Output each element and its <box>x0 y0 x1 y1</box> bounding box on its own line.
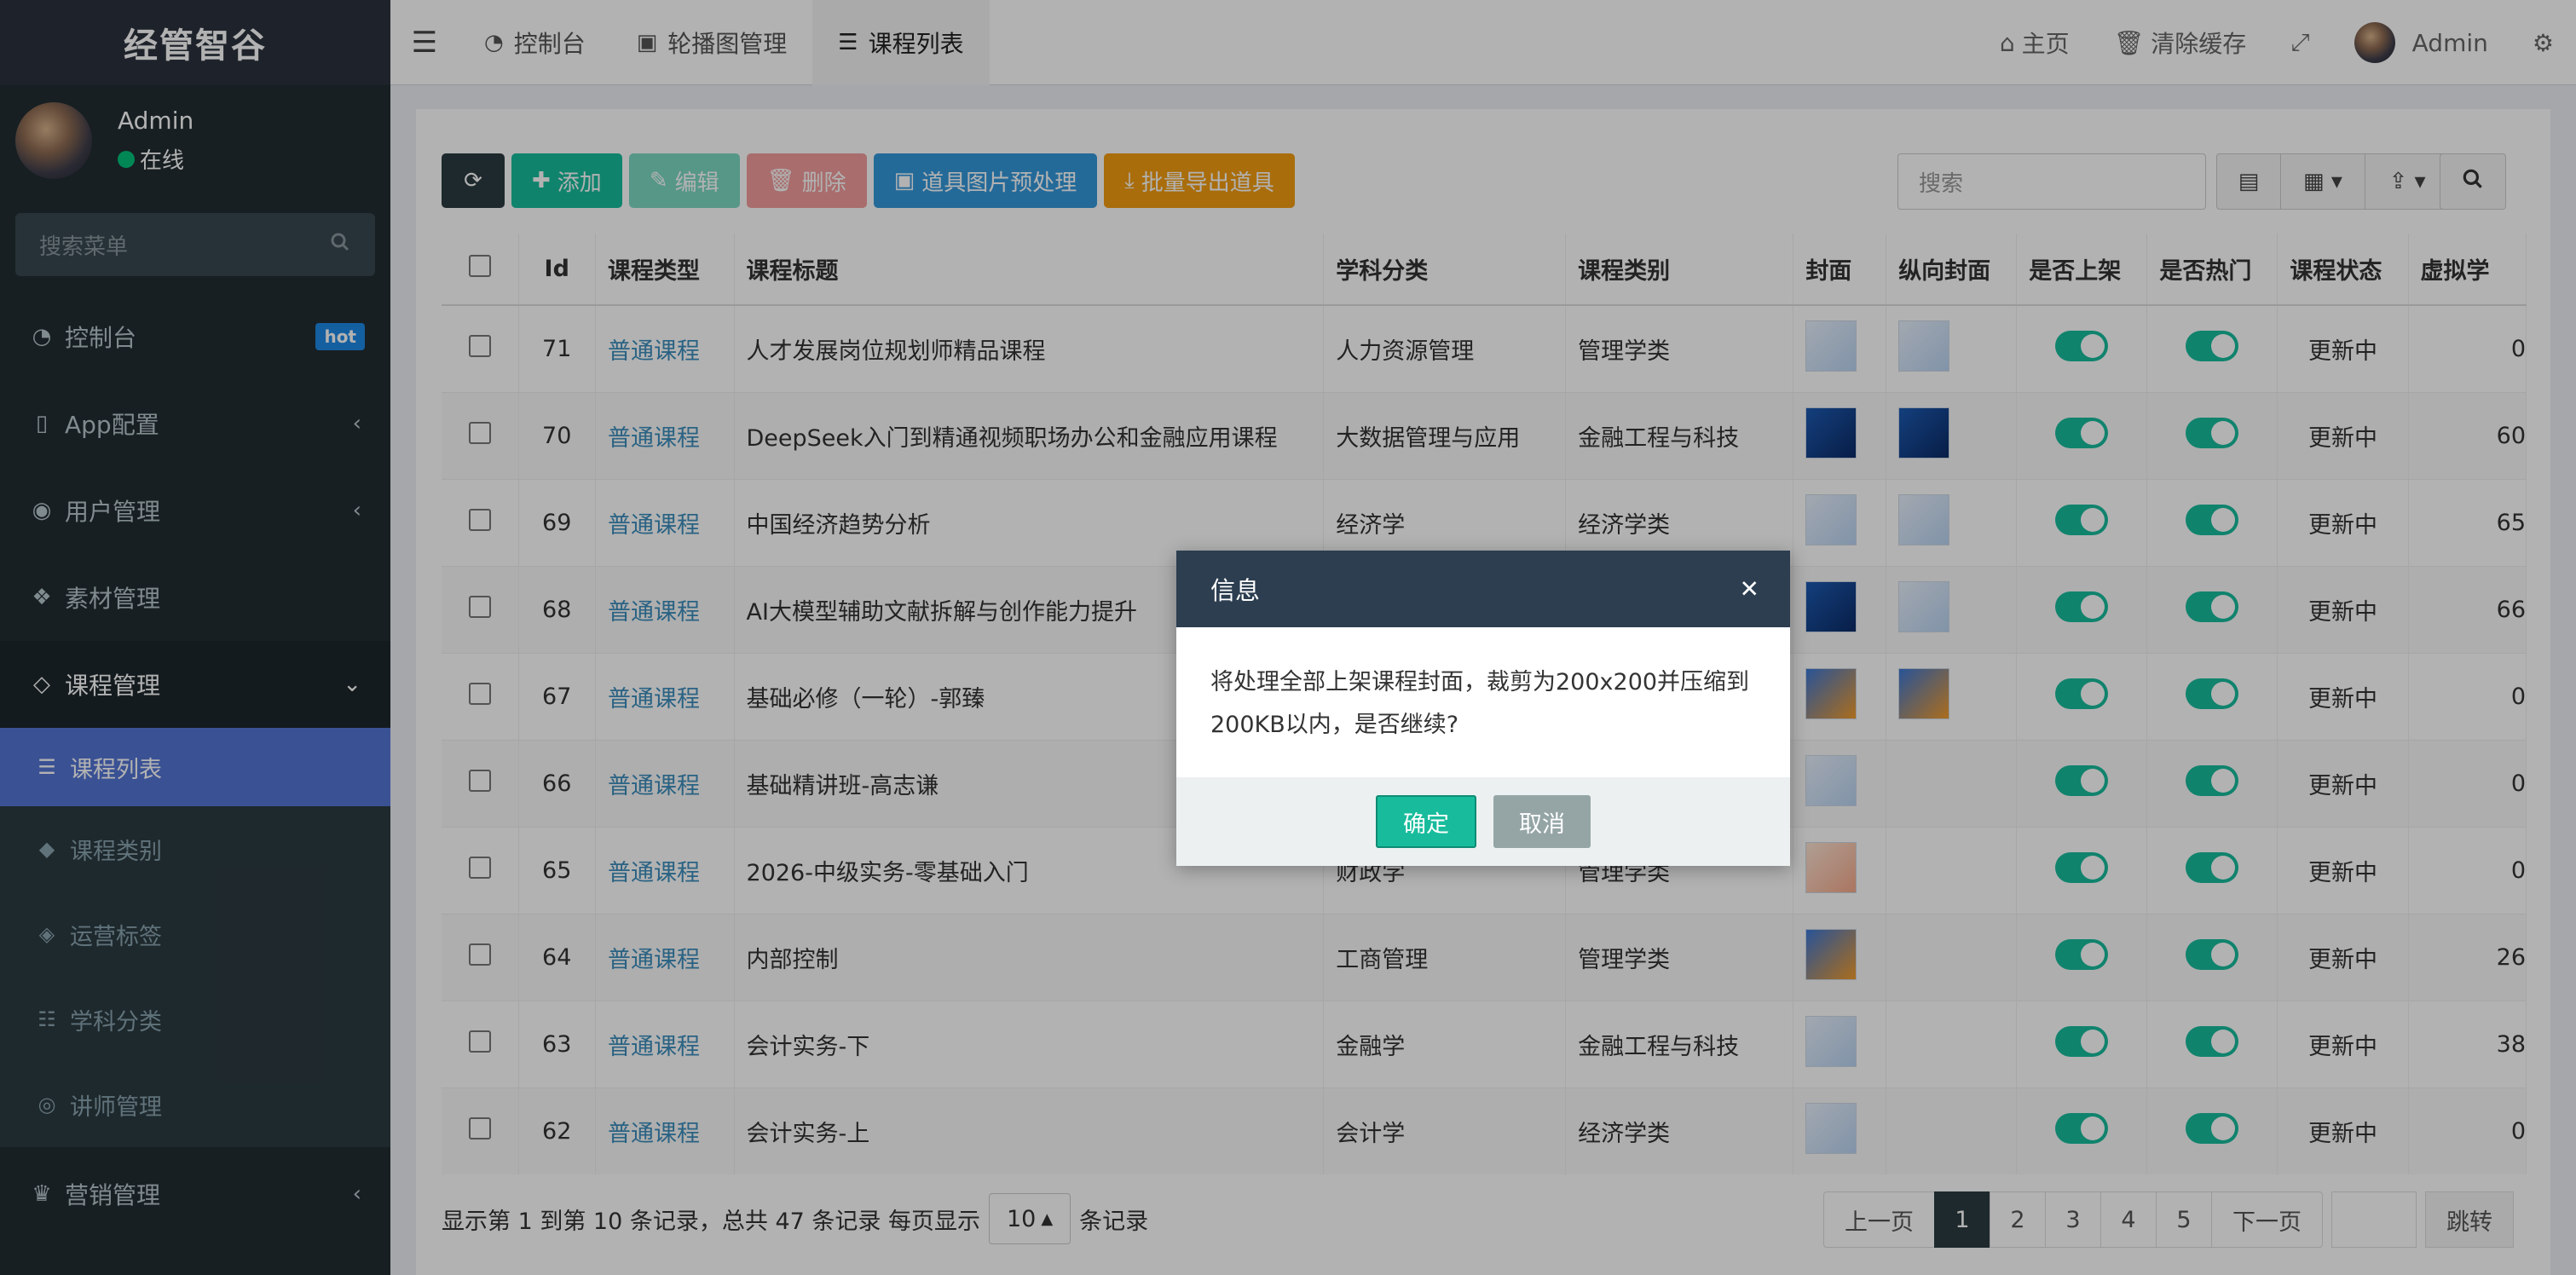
dialog-title: 信息 <box>1210 576 1261 605</box>
confirm-dialog: 信息 ✕ 将处理全部上架课程封面，裁剪为200x200并压缩到200KB以内，是… <box>1176 551 1790 866</box>
confirm-button[interactable]: 确定 <box>1376 795 1476 848</box>
close-icon[interactable]: ✕ <box>1740 575 1759 603</box>
dialog-header: 信息 ✕ <box>1176 551 1790 627</box>
dialog-footer: 确定 取消 <box>1176 777 1790 866</box>
dialog-message: 将处理全部上架课程封面，裁剪为200x200并压缩到200KB以内，是否继续? <box>1210 669 1750 738</box>
modal-overlay[interactable]: 信息 ✕ 将处理全部上架课程封面，裁剪为200x200并压缩到200KB以内，是… <box>0 0 2576 1275</box>
cancel-button[interactable]: 取消 <box>1493 795 1591 848</box>
